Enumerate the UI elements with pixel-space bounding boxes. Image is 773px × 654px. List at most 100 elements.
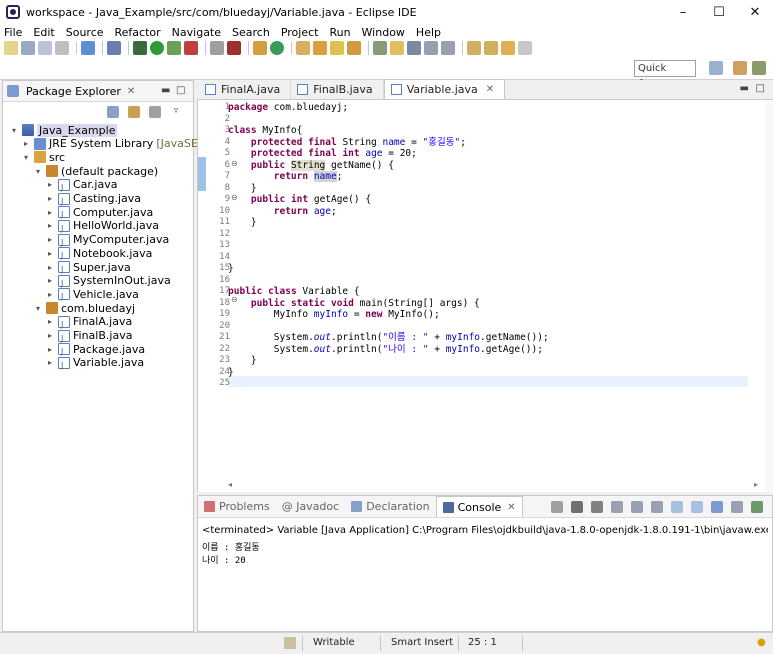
- debug-icon[interactable]: [133, 41, 147, 55]
- maximize-button[interactable]: ☐: [701, 0, 737, 24]
- code-line[interactable]: protected final String name = "홍길동";: [228, 137, 768, 149]
- focus-task-icon[interactable]: [149, 106, 161, 118]
- forward-icon[interactable]: [518, 41, 532, 55]
- show-whitespace-icon[interactable]: [424, 41, 438, 55]
- toggle-mark-icon[interactable]: [373, 41, 387, 55]
- code-line[interactable]: [228, 114, 768, 126]
- coverage-icon[interactable]: [167, 41, 181, 55]
- code-line[interactable]: public String getName() {: [228, 159, 768, 172]
- open-type-icon[interactable]: [296, 41, 310, 55]
- minimize-button[interactable]: –: [665, 0, 701, 24]
- chevron-down-icon[interactable]: ▾: [21, 153, 31, 162]
- tab-javadoc[interactable]: @ Javadoc: [276, 496, 346, 517]
- code-line[interactable]: public class Variable {: [228, 286, 768, 298]
- tab-declaration[interactable]: Declaration: [345, 496, 435, 517]
- tree-item[interactable]: ▸ Super.java: [45, 260, 131, 274]
- chevron-right-icon[interactable]: ▸: [45, 290, 55, 299]
- tab-problems[interactable]: Problems: [198, 496, 276, 517]
- code-line[interactable]: }: [228, 367, 768, 379]
- menu-edit[interactable]: Edit: [33, 26, 54, 39]
- chevron-right-icon[interactable]: ▸: [45, 221, 55, 230]
- tree-item[interactable]: ▸ Computer.java: [45, 205, 153, 219]
- run-icon[interactable]: [150, 41, 164, 55]
- new-icon[interactable]: [4, 41, 18, 55]
- code-line[interactable]: [228, 321, 768, 333]
- save-all-icon[interactable]: [38, 41, 52, 55]
- skip-breakpoints-icon[interactable]: [107, 41, 121, 55]
- tree-item[interactable]: ▸ HelloWorld.java: [45, 219, 159, 233]
- menu-window[interactable]: Window: [362, 26, 405, 39]
- tree-item[interactable]: ▸ MyComputer.java: [45, 233, 169, 247]
- terminate-icon[interactable]: [551, 501, 563, 513]
- menu-source[interactable]: Source: [66, 26, 104, 39]
- insert-mode-status[interactable]: Smart Insert: [391, 637, 453, 648]
- chevron-right-icon[interactable]: ▸: [45, 358, 55, 367]
- word-wrap-icon[interactable]: [651, 501, 663, 513]
- tree-item[interactable]: ▸ Notebook.java: [45, 246, 152, 260]
- code-line[interactable]: }: [228, 355, 768, 367]
- close-icon[interactable]: ✕: [127, 86, 135, 97]
- link-editor-icon[interactable]: [128, 106, 140, 118]
- debug-perspective-icon[interactable]: [752, 61, 766, 75]
- show-on-stdout-icon[interactable]: [671, 501, 683, 513]
- tree-item[interactable]: ▸ FinalA.java: [45, 315, 132, 329]
- tree-item[interactable]: ▾ Java_Example: [9, 123, 118, 137]
- remove-launch-icon[interactable]: [571, 501, 583, 513]
- chevron-right-icon[interactable]: ▸: [45, 276, 55, 285]
- code-line[interactable]: package com.bluedayj;: [228, 102, 768, 114]
- lightbulb-icon[interactable]: ●: [757, 637, 766, 648]
- new-java-class-icon[interactable]: [270, 41, 284, 55]
- scroll-lock-icon[interactable]: [631, 501, 643, 513]
- chevron-right-icon[interactable]: ▸: [45, 345, 55, 354]
- profile-icon[interactable]: [227, 41, 241, 55]
- code-line[interactable]: return name;: [228, 171, 768, 183]
- chevron-right-icon[interactable]: ▸: [45, 235, 55, 244]
- external-tools-icon[interactable]: [184, 41, 198, 55]
- chevron-right-icon[interactable]: ▸: [45, 331, 55, 340]
- chevron-right-icon[interactable]: ▸: [45, 249, 55, 258]
- maximize-editor-icon[interactable]: □: [756, 83, 765, 94]
- tab-finalb[interactable]: FinalB.java: [291, 80, 384, 99]
- tree-item[interactable]: ▸ Package.java: [45, 342, 145, 356]
- tree-item[interactable]: ▸ Car.java: [45, 178, 118, 192]
- code-line[interactable]: }: [228, 183, 768, 195]
- vertical-scrollbar[interactable]: [766, 100, 773, 492]
- back-icon[interactable]: [501, 41, 515, 55]
- tree-item[interactable]: ▾ (default package): [33, 164, 158, 178]
- close-icon[interactable]: ✕: [507, 502, 515, 513]
- code-line[interactable]: public static void main(String[] args) {: [228, 298, 768, 310]
- terminal-icon[interactable]: [81, 41, 95, 55]
- menu-project[interactable]: Project: [281, 26, 319, 39]
- code-line[interactable]: public int getAge() {: [228, 194, 768, 206]
- chevron-right-icon[interactable]: ▸: [45, 194, 55, 203]
- code-line[interactable]: [228, 275, 768, 287]
- chevron-right-icon[interactable]: ▸: [45, 180, 55, 189]
- chevron-down-icon[interactable]: ▾: [9, 126, 19, 135]
- chevron-right-icon[interactable]: ▸: [45, 263, 55, 272]
- code-line[interactable]: System.out.println("이름 : " + myInfo.getN…: [228, 332, 768, 344]
- open-perspective-icon[interactable]: [709, 61, 723, 75]
- new-java-package-icon[interactable]: [253, 41, 267, 55]
- tree-item[interactable]: ▾ com.bluedayj: [33, 301, 135, 315]
- code-line[interactable]: [228, 240, 768, 252]
- chevron-down-icon[interactable]: ▾: [33, 167, 43, 176]
- tree-item[interactable]: ▸ SystemInOut.java: [45, 274, 171, 288]
- chevron-right-icon[interactable]: ▸: [21, 139, 31, 148]
- tree-item[interactable]: ▸ Casting.java: [45, 192, 141, 206]
- code-line[interactable]: [228, 378, 768, 390]
- menu-search[interactable]: Search: [232, 26, 270, 39]
- code-line[interactable]: return age;: [228, 206, 768, 218]
- tree-item[interactable]: ▾ src: [21, 150, 65, 164]
- code-line[interactable]: [228, 252, 768, 264]
- close-icon[interactable]: ✕: [486, 84, 494, 95]
- view-menu-icon[interactable]: ▿: [170, 106, 182, 118]
- code-line[interactable]: System.out.println("나이 : " + myInfo.getA…: [228, 344, 768, 356]
- show-on-stderr-icon[interactable]: [691, 501, 703, 513]
- code-line[interactable]: [228, 229, 768, 241]
- minimize-view-icon[interactable]: ▬: [161, 85, 170, 96]
- stop-icon[interactable]: [210, 41, 224, 55]
- tree-item[interactable]: ▸ Vehicle.java: [45, 287, 139, 301]
- code-editor[interactable]: 1 2 3 4 5 6 7 8 9 10 11 12 13 14 15 16 17 18 19 20 21 22 23 24 2…: [197, 100, 773, 492]
- previous-annotation-icon[interactable]: [484, 41, 498, 55]
- code-line[interactable]: }: [228, 263, 768, 275]
